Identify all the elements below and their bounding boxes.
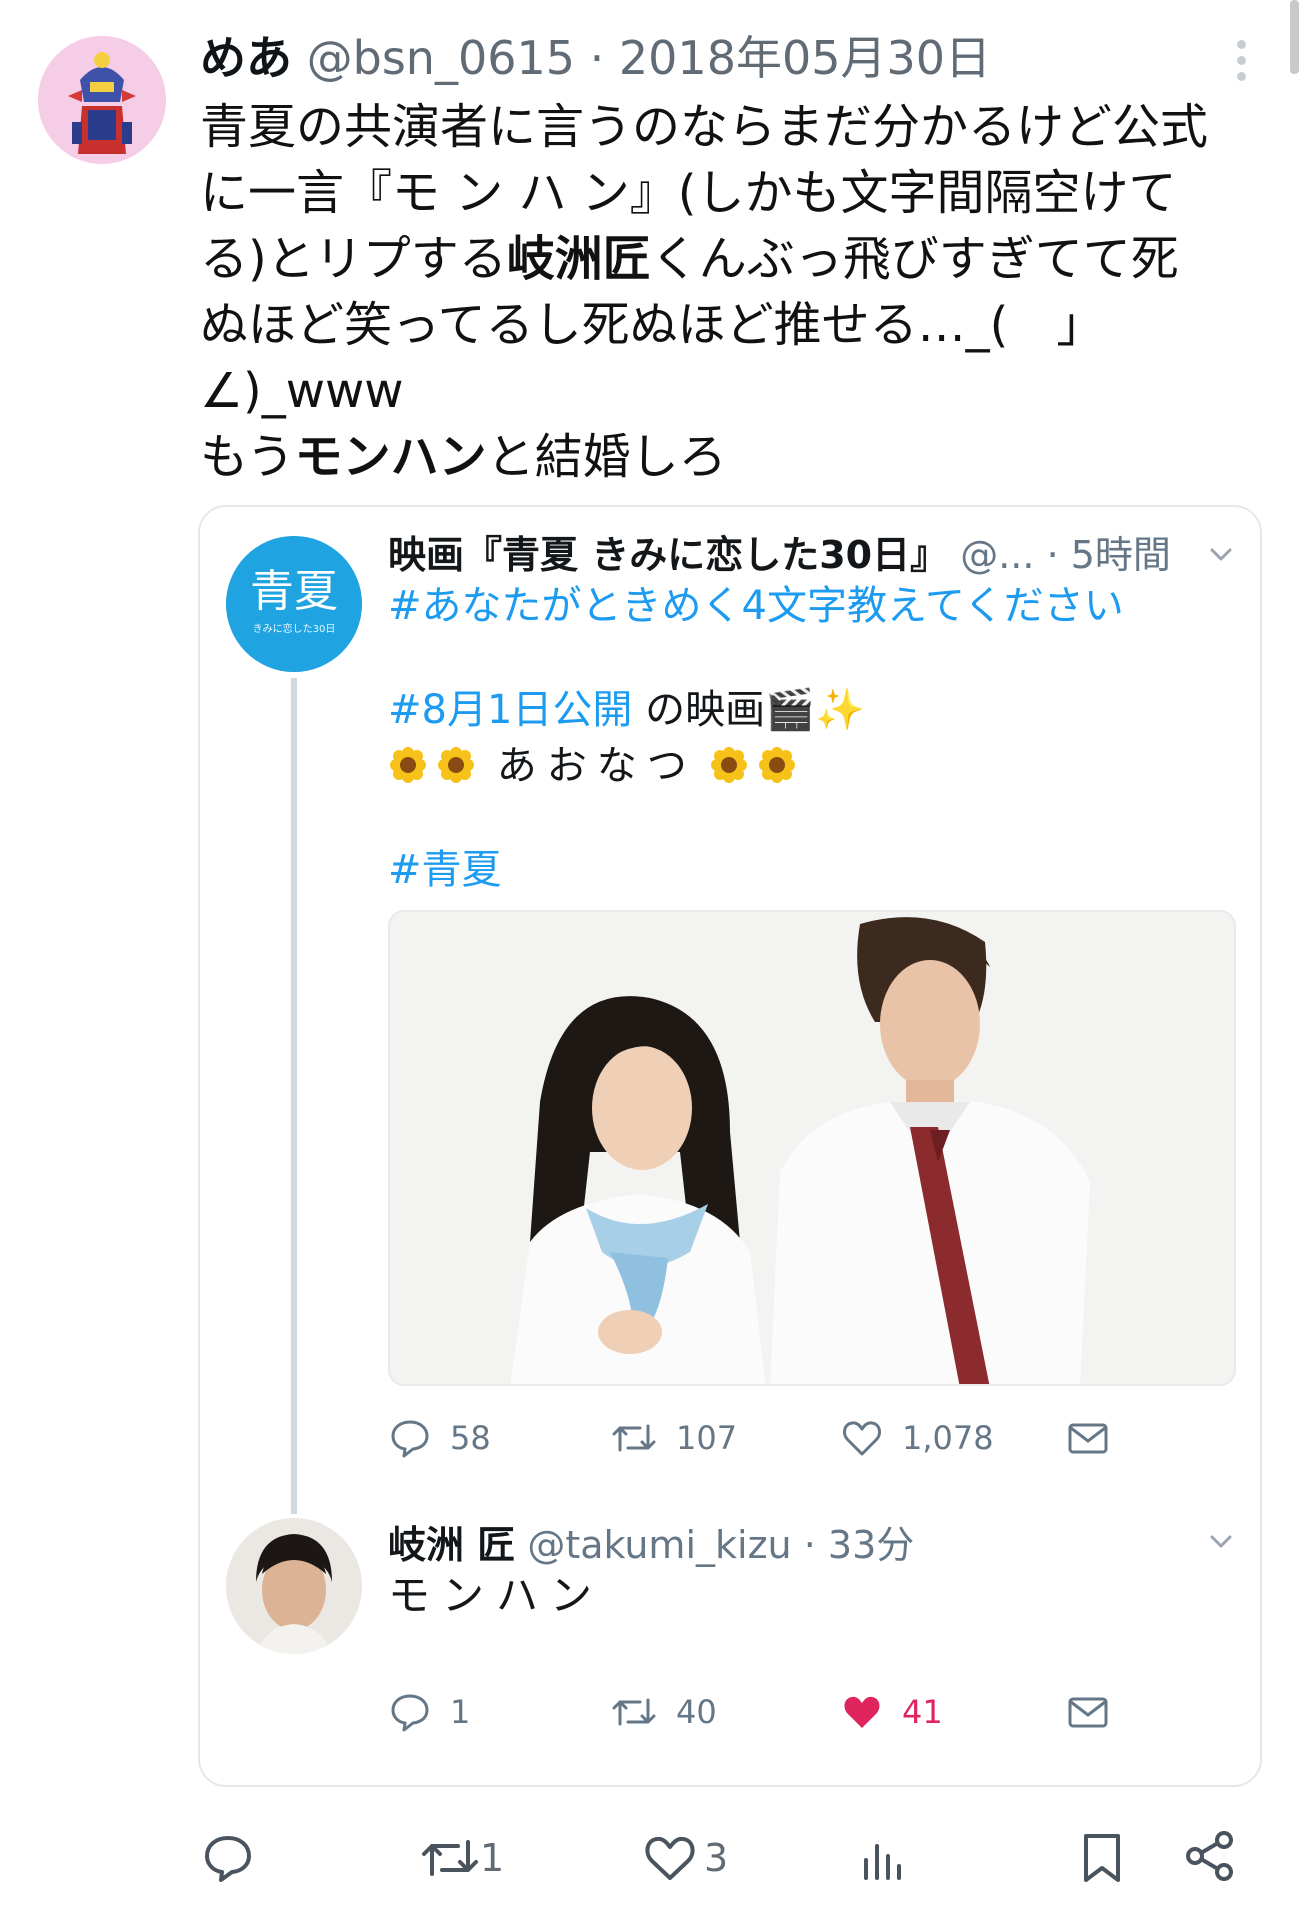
tweet-header: めあ @bsn_0615 · 2018年05月30日 [200,26,991,90]
clapper-icon: 🎬 [765,687,815,733]
separator: · [1046,533,1059,577]
bold-name: 岐洲匠 [506,231,651,287]
share-icon[interactable] [1182,1828,1238,1884]
reply-user-avatar[interactable] [226,1518,362,1654]
chevron-down-icon[interactable] [1207,540,1235,568]
like-count: 41 [902,1693,943,1731]
retweet-count: 1 [480,1836,505,1880]
thread-line [291,678,297,1514]
tweet-text-line: に一言『モ ン ハ ン』(しかも文字間隔空けて [200,165,1177,221]
tweet-text-line: ∠)_www [200,363,404,419]
separator: · [803,1523,816,1567]
retweet-count: 40 [676,1693,717,1731]
reply-icon[interactable] [200,1830,256,1886]
user-handle[interactable]: @bsn_0615 [307,31,575,85]
reply-retweet-button[interactable]: 40 [610,1690,717,1734]
retweet-count: 107 [676,1419,738,1457]
person-portrait-icon [226,1518,362,1654]
heart-outline-icon[interactable] [642,1832,698,1884]
heart-outline-icon [843,1421,881,1456]
retweet-icon[interactable] [420,1832,480,1884]
reply-count: 58 [450,1419,491,1457]
user-avatar[interactable] [38,36,166,164]
reply-dm-button[interactable] [1066,1690,1110,1734]
bold-word: モンハン [294,429,487,485]
sparkle-icon: ✨ [814,687,865,733]
reply-reply-button[interactable]: 1 [388,1690,470,1734]
hashtag-link[interactable]: #あなたがときめく4文字教えてください [388,580,1248,632]
like-count: 3 [704,1836,729,1880]
reply-icon [391,1694,429,1732]
poster-illustration [390,912,1234,1384]
reply-text: モンハン [388,1571,605,1620]
logo-subtext: きみに恋した30日 [252,624,336,635]
reply-handle[interactable]: @takumi_kizu [527,1523,791,1567]
logo-text: 青夏 [250,566,338,617]
aonatsu-text: あおなつ [496,743,697,789]
reply-count: 1 [450,1693,471,1731]
tweet-text-line: ぬほど笑ってるし死ぬほど推せる…_( 」 [200,297,1105,353]
more-options-icon[interactable] [1232,40,1250,88]
reply-display-name[interactable]: 岐洲 匠 [388,1523,515,1567]
sunflower-icon [759,747,796,783]
movie-display-name[interactable]: 映画『青夏 きみに恋した30日』 [388,533,948,577]
tweet-text: 青夏の共演者に言うのならまだ分かるけど公式 に一言『モ ン ハ ン』(しかも文字… [200,94,1270,490]
quoted-reply-button[interactable]: 58 [388,1416,491,1460]
robot-character-icon [38,36,166,164]
reply-time[interactable]: 33分 [828,1523,914,1567]
like-count: 1,078 [902,1419,994,1457]
display-name[interactable]: めあ [200,31,292,85]
envelope-icon [1068,1423,1108,1454]
movie-account-avatar[interactable]: 青夏 きみに恋した30日 [226,536,362,672]
scrollbar[interactable] [1290,0,1299,74]
quoted-dm-button[interactable] [1066,1416,1110,1460]
reply-icon [391,1420,429,1458]
retweet-icon [612,1698,656,1726]
tweet-text-line: もうモンハンと結婚しろ [200,429,727,485]
quoted-tweet-body: #あなたがときめく4文字教えてください #8月1日公開 の映画🎬✨ あおなつ #… [388,580,1248,896]
reply-tweet-header: 岐洲 匠 @takumi_kizu · 33分 [388,1516,914,1574]
quoted-like-button[interactable]: 1,078 [840,1416,994,1460]
tweet-text-line: 青夏の共演者に言うのならまだ分かるけど公式 [200,99,1209,155]
movie-handle[interactable]: @... [960,533,1034,577]
chevron-down-icon[interactable] [1207,1527,1235,1555]
sunflower-icon [390,747,426,783]
separator: · [589,31,605,85]
hashtag-link[interactable]: #8月1日公開 [388,687,632,733]
analytics-icon[interactable] [858,1832,906,1884]
heart-filled-icon [844,1696,880,1728]
reply-like-button[interactable]: 41 [840,1690,943,1734]
bookmark-icon[interactable] [1078,1830,1126,1886]
hashtag-link[interactable]: #青夏 [388,844,1248,896]
tweet-text-line: る)とリプする岐洲匠くんぶっ飛びすぎてて死 [200,231,1179,287]
quoted-retweet-button[interactable]: 107 [610,1416,737,1460]
retweet-icon [612,1424,656,1452]
release-text: の映画 [632,687,766,733]
quoted-time[interactable]: 5時間 [1071,533,1171,577]
envelope-icon [1068,1697,1108,1728]
quoted-tweet-header: 映画『青夏 きみに恋した30日』 @... · 5時間 [388,526,1171,584]
sunflower-icon [438,747,474,783]
movie-poster-image[interactable] [388,910,1236,1386]
tweet-date[interactable]: 2018年05月30日 [619,31,991,85]
sunflower-icon [711,747,748,783]
